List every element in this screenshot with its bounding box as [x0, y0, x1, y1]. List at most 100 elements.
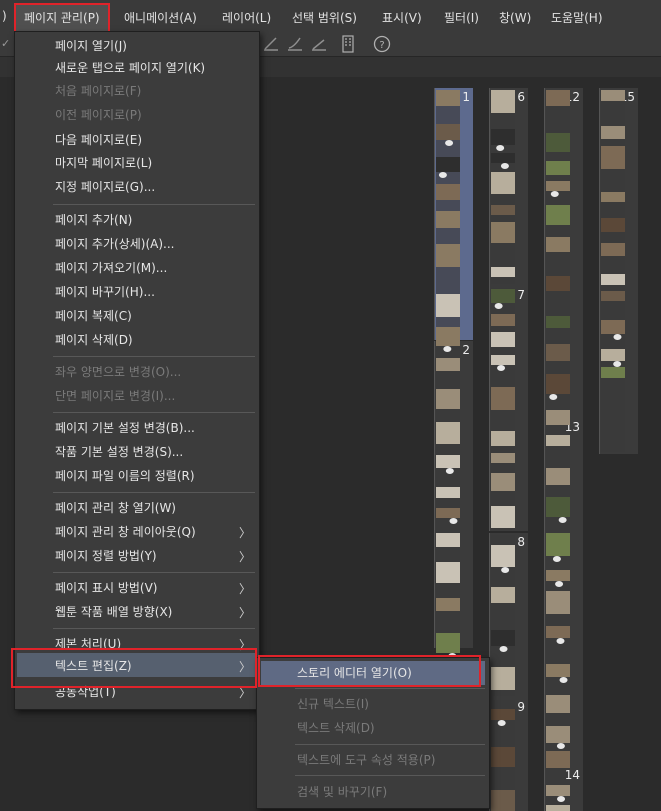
- thumbnail-panel: [491, 747, 515, 767]
- speech-bubble: [552, 556, 561, 562]
- menu-item-work-settings[interactable]: 작품 기본 설정 변경(S)...: [55, 441, 183, 463]
- submenu-arrow-icon: 〉: [238, 606, 251, 620]
- menu-item-page-settings[interactable]: 페이지 기본 설정 변경(B)...: [55, 417, 195, 439]
- thumbnail-panel: [601, 218, 625, 232]
- thumbnail-panel: [546, 726, 570, 743]
- menubar-item-animation[interactable]: 애니메이션(A): [124, 9, 197, 26]
- menu-item-go-to-page[interactable]: 지정 페이지로(G)...: [55, 176, 155, 198]
- submenu-item-delete-text[interactable]: 텍스트 삭제(D): [297, 717, 375, 739]
- menu-item-replace-page[interactable]: 페이지 바꾸기(H)...: [55, 281, 155, 303]
- thumbnail-panel: [546, 435, 570, 446]
- menu-item-sort-file-names[interactable]: 페이지 파일 이름의 정렬(R): [55, 465, 195, 487]
- menu-separator: [53, 356, 255, 357]
- menubar-item-window[interactable]: 창(W): [499, 9, 531, 26]
- thumbnail-panel: [491, 129, 515, 145]
- speech-bubble: [443, 346, 452, 352]
- menu-item-page-manager-layout[interactable]: 페이지 관리 창 레이아웃(Q): [55, 521, 196, 543]
- menubar-item-truncated[interactable]: ): [2, 9, 7, 23]
- thumbnail-panel: [546, 570, 570, 581]
- pen-tool-icon[interactable]: [262, 35, 280, 57]
- menu-item-open-page-new-tab[interactable]: 새로운 탭으로 페이지 열기(K): [55, 57, 205, 79]
- thumbnail-panel: [546, 205, 570, 225]
- thumbnail-panel: [436, 157, 460, 172]
- menu-item-delete-page[interactable]: 페이지 삭제(D): [55, 329, 133, 351]
- page-management-menu: 페이지 열기(J) 새로운 탭으로 페이지 열기(K) 처음 페이지로(F) 이…: [14, 31, 260, 710]
- menu-item-open-page[interactable]: 페이지 열기(J): [55, 35, 127, 57]
- submenu-item-apply-tool-props[interactable]: 텍스트에 도구 속성 적용(P): [297, 749, 435, 771]
- speech-bubble: [549, 394, 558, 400]
- thumbnail-panel: [491, 587, 515, 603]
- thumbnail-panel: [491, 453, 515, 463]
- svg-text:?: ?: [379, 40, 384, 51]
- menu-bar: ) 페이지 관리(P) 애니메이션(A) 레이어(L) 선택 범위(S) 표시(…: [0, 0, 661, 35]
- menubar-item-view[interactable]: 표시(V): [382, 9, 422, 26]
- thumbnail-panel: [436, 124, 460, 140]
- brush-tool-icon[interactable]: [286, 35, 304, 57]
- thumbnail-panel: [601, 146, 625, 169]
- thumbnail-panel: [601, 192, 625, 202]
- speech-bubble: [557, 796, 566, 802]
- menu-separator: [53, 572, 255, 573]
- thumbnail-panel: [601, 126, 625, 139]
- thumbnail-panel: [436, 211, 460, 228]
- ruler-tool-icon[interactable]: [310, 35, 328, 57]
- menubar-item-filter[interactable]: 필터(I): [444, 9, 479, 26]
- submenu-item-new-text[interactable]: 신규 텍스트(I): [297, 693, 369, 715]
- menu-item-last-page[interactable]: 마지막 페이지로(L): [55, 152, 152, 174]
- speech-bubble: [555, 581, 564, 587]
- thumbnail-panel: [491, 387, 515, 410]
- thumbnail-panel: [491, 709, 515, 720]
- thumbnail-panel: [491, 332, 515, 347]
- menu-item-add-page-detailed[interactable]: 페이지 추가(상세)(A)...: [55, 233, 174, 255]
- speech-bubble: [445, 468, 454, 474]
- thumbnail-panel: [546, 533, 570, 556]
- menubar-item-layer[interactable]: 레이어(L): [222, 9, 271, 26]
- thumbnail-panel: [546, 161, 570, 175]
- menu-item-add-page[interactable]: 페이지 추가(N): [55, 209, 132, 231]
- thumbnail-panel: [436, 184, 460, 200]
- checkmark-icon[interactable]: ✓: [1, 37, 10, 50]
- thumbnail-panel: [491, 545, 515, 567]
- thumbnail-panel: [546, 805, 570, 811]
- thumbnail-panel: [546, 237, 570, 252]
- menu-item-open-page-manager[interactable]: 페이지 관리 창 열기(W): [55, 497, 176, 519]
- menu-item-page-display-method[interactable]: 페이지 표시 방법(V): [55, 577, 157, 599]
- help-icon[interactable]: ?: [372, 35, 392, 57]
- menubar-item-help[interactable]: 도움말(H): [551, 9, 603, 26]
- thumbnail-panel: [491, 667, 515, 690]
- menu-item-webtoon-direction[interactable]: 웹툰 작품 배열 방향(X): [55, 601, 172, 623]
- menu-item-page-sort-method[interactable]: 페이지 정렬 방법(Y): [55, 545, 157, 567]
- menubar-item-selection[interactable]: 선택 범위(S): [292, 9, 357, 26]
- thumbnail-panel: [601, 274, 625, 285]
- thumbnail-panel: [491, 790, 515, 811]
- thumbnail-panel: [491, 153, 515, 163]
- menu-item-change-to-spread[interactable]: 좌우 양면으로 변경(O)...: [55, 361, 181, 383]
- panel-icon[interactable]: [341, 35, 355, 57]
- menu-separator: [295, 688, 485, 689]
- menu-item-change-to-single[interactable]: 단면 페이지로 변경(I)...: [55, 385, 175, 407]
- thumbnail-panel: [491, 205, 515, 215]
- menu-separator: [295, 744, 485, 745]
- menu-item-first-page[interactable]: 처음 페이지로(F): [55, 80, 141, 102]
- menu-separator: [53, 628, 255, 629]
- speech-bubble: [556, 638, 565, 644]
- menu-item-next-page[interactable]: 다음 페이지로(E): [55, 129, 142, 151]
- thumbnail-panel: [546, 751, 570, 768]
- thumbnail-panel: [491, 630, 515, 646]
- thumbnail-panel: [491, 314, 515, 326]
- thumbnail-panel: [436, 508, 460, 518]
- thumbnail-panel: [546, 626, 570, 638]
- thumbnail-panel: [491, 267, 515, 277]
- menu-separator: [53, 492, 255, 493]
- speech-bubble: [613, 334, 622, 340]
- submenu-item-find-replace[interactable]: 검색 및 바꾸기(F): [297, 781, 387, 803]
- thumbnail-panel: [436, 90, 460, 106]
- menu-item-import-page[interactable]: 페이지 가져오기(M)...: [55, 257, 167, 279]
- thumbnail-panel: [436, 327, 460, 346]
- thumbnail-panel: [546, 90, 570, 106]
- menubar-item-page-management[interactable]: 페이지 관리(P): [14, 3, 110, 33]
- menu-item-duplicate-page[interactable]: 페이지 복제(C): [55, 305, 132, 327]
- thumbnail-panel: [546, 276, 570, 291]
- speech-bubble: [556, 743, 565, 749]
- menu-item-previous-page[interactable]: 이전 페이지로(P): [55, 104, 142, 126]
